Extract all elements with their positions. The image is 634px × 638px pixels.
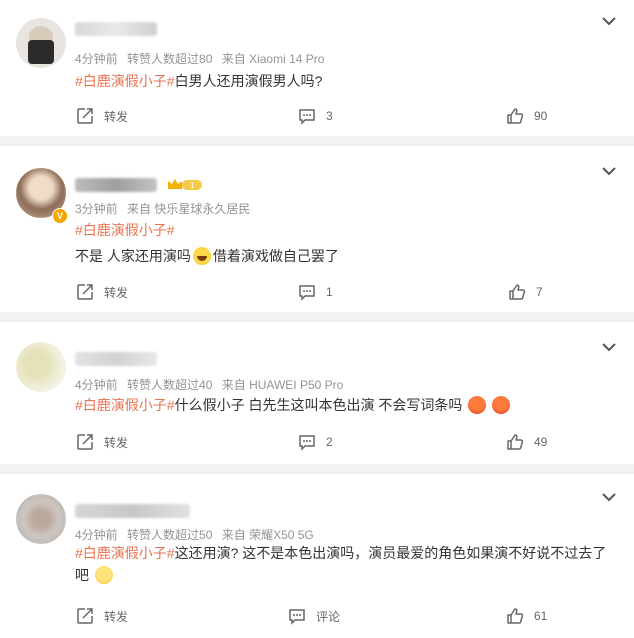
comment-card-4: 4分钟前 转赞人数超过50 来自 荣耀X50 5G #白鹿演假小子#这还用演? … (0, 474, 634, 638)
like-button[interactable]: 61 (506, 604, 547, 628)
post-time: 3分钟前 (75, 202, 118, 216)
post-time: 4分钟前 (75, 378, 118, 392)
comment-button[interactable]: 3 (298, 104, 333, 128)
action-bar: 转发 1 7 (0, 280, 634, 304)
like-button[interactable]: 90 (506, 104, 547, 128)
avatar[interactable] (16, 342, 66, 392)
hashtag-link[interactable]: #白鹿演假小子# (75, 73, 175, 89)
comment-card-2: V 1 3分钟前 来自 快乐星球永久居民 #白鹿演假小子# 不是 人家还用演吗 借… (0, 146, 634, 312)
comment-icon (299, 109, 315, 125)
verified-badge: V (52, 208, 68, 224)
chevron-down-icon[interactable] (602, 166, 616, 176)
post-content: #白鹿演假小子#什么假小子 白先生这叫本色出演 不会写词条吗 (75, 394, 614, 416)
comment-count: 3 (326, 109, 333, 123)
like-count: 61 (534, 609, 548, 623)
post-text: 这还用演? 这不是本色出演吗，演员最爱的角色如果演不好说不过去了 (174, 545, 607, 561)
hashtag-link[interactable]: #白鹿演假小子# (75, 222, 175, 238)
username[interactable] (75, 178, 157, 192)
shy-emoji-icon (95, 566, 113, 584)
like-count: 90 (534, 109, 548, 123)
chevron-down-icon[interactable] (602, 492, 616, 502)
avatar[interactable] (16, 494, 66, 544)
post-meta: 4分钟前 转赞人数超过50 来自 荣耀X50 5G (75, 526, 320, 543)
comment-icon (299, 285, 315, 301)
laughing-emoji-icon (192, 247, 211, 265)
thumbs-up-icon (507, 108, 524, 124)
repost-button[interactable]: 转发 (76, 280, 128, 304)
post-meta: 4分钟前 转赞人数超过80 来自 Xiaomi 14 Pro (75, 50, 330, 67)
action-bar: 转发 评论 61 (0, 604, 634, 628)
divider (0, 464, 634, 474)
repost-count: 转赞人数超过80 (127, 52, 213, 66)
repost-icon (77, 108, 93, 124)
comment-button[interactable]: 1 (298, 280, 333, 304)
avatar[interactable] (16, 18, 66, 68)
username[interactable] (75, 504, 190, 518)
like-button[interactable]: 49 (506, 430, 547, 454)
angry-emoji-icon (492, 396, 511, 414)
repost-count: 转赞人数超过40 (127, 378, 213, 392)
thumbs-up-icon (507, 434, 524, 450)
repost-button[interactable]: 转发 (76, 104, 128, 128)
repost-count: 转赞人数超过50 (127, 528, 213, 542)
post-content: #白鹿演假小子# 不是 人家还用演吗 借着演戏做自己罢了 (75, 219, 614, 267)
like-count: 7 (536, 285, 543, 299)
comment-button[interactable]: 2 (298, 430, 333, 454)
hashtag-link[interactable]: #白鹿演假小子# (75, 545, 175, 561)
comment-label: 评论 (316, 609, 341, 624)
comment-button[interactable]: 评论 (288, 604, 340, 628)
repost-icon (77, 284, 93, 300)
post-meta: 4分钟前 转赞人数超过40 来自 HUAWEI P50 Pro (75, 376, 349, 393)
comment-count: 1 (326, 285, 333, 299)
post-text-continued: 借着演戏做自己罢了 (212, 248, 339, 264)
repost-button[interactable]: 转发 (76, 430, 128, 454)
comment-card-3: 4分钟前 转赞人数超过40 来自 HUAWEI P50 Pro #白鹿演假小子#… (0, 322, 634, 464)
like-button[interactable]: 7 (508, 280, 543, 304)
post-content: #白鹿演假小子#这还用演? 这不是本色出演吗，演员最爱的角色如果演不好说不过去了… (75, 542, 616, 586)
repost-icon (77, 434, 93, 450)
action-bar: 转发 2 49 (0, 430, 634, 454)
post-source: 来自 HUAWEI P50 Pro (221, 378, 344, 392)
hashtag-link[interactable]: #白鹿演假小子# (75, 397, 175, 413)
crown-badge-icon: 1 (168, 179, 202, 190)
repost-button[interactable]: 转发 (76, 604, 128, 628)
comment-card-1: 4分钟前 转赞人数超过80 来自 Xiaomi 14 Pro #白鹿演假小子#白… (0, 0, 634, 136)
post-text-continued: 吧 (75, 567, 89, 583)
svg-text:1: 1 (190, 181, 195, 190)
chevron-down-icon[interactable] (602, 342, 616, 352)
post-time: 4分钟前 (75, 52, 118, 66)
post-source: 来自 Xiaomi 14 Pro (221, 52, 325, 66)
like-count: 49 (534, 435, 548, 449)
action-bar: 转发 3 90 (0, 104, 634, 128)
repost-label: 转发 (104, 435, 129, 450)
thumbs-up-icon (509, 284, 526, 300)
post-source: 来自 荣耀X50 5G (221, 528, 314, 542)
angry-emoji-icon (468, 396, 487, 414)
thumbs-up-icon (507, 608, 524, 624)
post-text: 白男人还用演假男人吗? (174, 73, 323, 89)
username[interactable] (75, 22, 157, 36)
repost-label: 转发 (104, 285, 129, 300)
post-content: #白鹿演假小子#白男人还用演假男人吗? (75, 70, 614, 92)
comment-icon (289, 609, 305, 625)
repost-label: 转发 (104, 109, 129, 124)
chevron-down-icon[interactable] (602, 16, 616, 26)
comment-icon (299, 435, 315, 451)
post-time: 4分钟前 (75, 528, 118, 542)
post-text: 不是 人家还用演吗 (75, 248, 191, 264)
post-text: 什么假小子 白先生这叫本色出演 不会写词条吗 (174, 397, 463, 413)
divider (0, 312, 634, 322)
divider (0, 136, 634, 146)
post-source: 来自 快乐星球永久居民 (127, 202, 251, 216)
repost-label: 转发 (104, 609, 129, 624)
comment-count: 2 (326, 435, 333, 449)
repost-icon (77, 608, 93, 624)
post-meta: 3分钟前 来自 快乐星球永久居民 (75, 200, 256, 217)
username[interactable] (75, 352, 157, 366)
